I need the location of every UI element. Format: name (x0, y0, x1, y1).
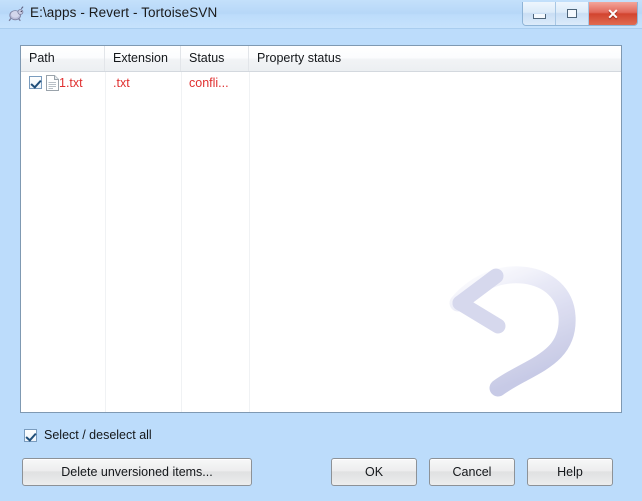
column-header-property-status[interactable]: Property status (249, 46, 621, 71)
cell-property-status (249, 73, 621, 93)
file-list-header: Path Extension Status Property status (21, 46, 621, 72)
close-icon: ✕ (607, 5, 619, 22)
column-header-path[interactable]: Path (21, 46, 105, 71)
ok-button[interactable]: OK (331, 458, 417, 486)
delete-unversioned-items-button[interactable]: Delete unversioned items... (22, 458, 252, 486)
revert-arrow-watermark (436, 248, 611, 408)
window-controls: ✕ (522, 2, 638, 26)
maximize-icon (567, 9, 577, 18)
cell-extension: .txt (113, 76, 130, 90)
select-all-box (24, 428, 37, 442)
cancel-button[interactable]: Cancel (429, 458, 515, 486)
help-button[interactable]: Help (527, 458, 613, 486)
title-bar: E:\apps - Revert - TortoiseSVN ✕ (0, 0, 642, 29)
select-deselect-all-checkbox[interactable]: Select / deselect all (24, 427, 152, 443)
column-header-status[interactable]: Status (181, 46, 249, 71)
revert-dialog-window: E:\apps - Revert - TortoiseSVN ✕ Path Ex… (0, 0, 642, 501)
file-list-panel[interactable]: Path Extension Status Property status 1.… (20, 45, 622, 413)
minimize-icon (532, 13, 546, 19)
minimize-button[interactable] (523, 2, 556, 25)
window-title: E:\apps - Revert - TortoiseSVN (30, 5, 218, 20)
maximize-button[interactable] (556, 2, 589, 25)
column-divider-2 (181, 72, 182, 412)
tortoise-svn-icon (7, 6, 25, 24)
cell-path: 1.txt (59, 76, 83, 90)
select-all-label: Select / deselect all (44, 428, 152, 442)
column-divider-1 (105, 72, 106, 412)
column-header-extension[interactable]: Extension (105, 46, 181, 71)
column-divider-3 (249, 72, 250, 412)
close-button[interactable]: ✕ (589, 2, 637, 25)
cell-status: confli... (189, 76, 229, 90)
table-row[interactable]: 1.txt .txt confli... (21, 73, 621, 93)
